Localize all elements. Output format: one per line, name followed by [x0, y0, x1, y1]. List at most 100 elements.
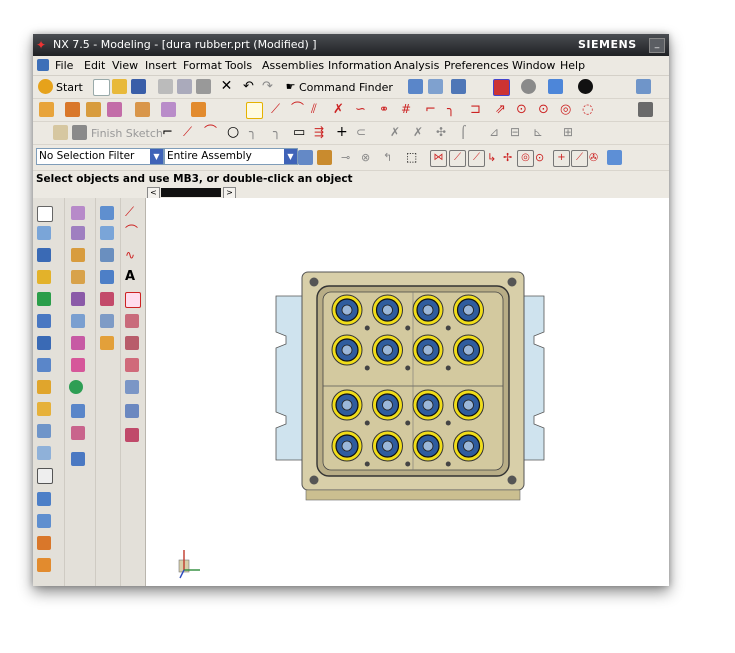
- profile-icon[interactable]: ⫽: [311, 102, 326, 117]
- save-icon[interactable]: [131, 79, 146, 94]
- cut-icon[interactable]: [158, 79, 173, 94]
- palette-offset-curve-icon[interactable]: [125, 314, 139, 328]
- command-finder-icon[interactable]: ☛: [283, 79, 298, 94]
- surface-icon[interactable]: [100, 206, 114, 220]
- rapid-trim-icon[interactable]: ⊐: [470, 102, 485, 117]
- sketch-constraint-icon[interactable]: ⊾: [533, 125, 548, 140]
- render-style-icon[interactable]: [521, 79, 536, 94]
- sketch-fillet-icon[interactable]: ╮: [249, 125, 264, 140]
- hole-icon[interactable]: [86, 102, 101, 117]
- menu-window[interactable]: Window: [512, 59, 555, 72]
- thread-icon[interactable]: [37, 424, 51, 438]
- start-button[interactable]: Start: [56, 81, 83, 94]
- undo-icon[interactable]: ↶: [241, 79, 256, 94]
- palette-helix-icon[interactable]: [125, 292, 141, 308]
- spline-icon[interactable]: ◌: [582, 102, 597, 117]
- palette-spline-icon[interactable]: ∿: [125, 248, 139, 262]
- emboss-sheet-icon[interactable]: [71, 426, 85, 440]
- draft-icon[interactable]: [37, 468, 53, 484]
- text-icon[interactable]: A: [125, 270, 139, 284]
- finish-sketch-icon[interactable]: [72, 125, 87, 140]
- slot-icon[interactable]: [37, 402, 51, 416]
- rectangle-icon[interactable]: [37, 206, 53, 222]
- menu-assemblies[interactable]: Assemblies: [262, 59, 324, 72]
- corner-icon[interactable]: ╮: [447, 102, 462, 117]
- line-icon[interactable]: ⟋: [271, 102, 286, 117]
- palette-line-icon[interactable]: ⟋: [125, 206, 139, 220]
- delete-icon[interactable]: ✕: [219, 79, 234, 94]
- open-folder-icon[interactable]: [112, 79, 127, 94]
- sketch-trim-icon[interactable]: ✗: [390, 125, 405, 140]
- block-icon[interactable]: [37, 226, 51, 240]
- n-sided-icon[interactable]: [100, 292, 114, 306]
- graphics-viewport[interactable]: [146, 198, 669, 586]
- fillet-icon[interactable]: ⌐: [425, 102, 440, 117]
- offset-face-icon[interactable]: [37, 492, 51, 506]
- layer-icon[interactable]: [428, 79, 443, 94]
- menu-edit[interactable]: Edit: [84, 59, 105, 72]
- pad-icon[interactable]: [37, 336, 51, 350]
- snap-end-icon[interactable]: ⋈: [430, 150, 447, 167]
- circle-icon[interactable]: ⊙: [516, 102, 531, 117]
- select-all-icon[interactable]: [298, 150, 313, 165]
- through-curves-icon[interactable]: [100, 226, 114, 240]
- cone-icon[interactable]: [37, 270, 51, 284]
- intersect-icon[interactable]: [71, 248, 85, 262]
- sketch-offset-icon[interactable]: ⊂: [356, 125, 371, 140]
- menu-insert[interactable]: Insert: [145, 59, 177, 72]
- extract-icon[interactable]: [71, 314, 85, 328]
- reset-filter-icon[interactable]: ⊗: [361, 150, 376, 165]
- palette-combine-icon[interactable]: [125, 380, 139, 394]
- palette-arc-icon[interactable]: ⌒: [125, 226, 139, 240]
- grid-icon[interactable]: [638, 102, 653, 117]
- sketch-fillet-tool-icon[interactable]: ⌠: [460, 125, 475, 140]
- groove-icon[interactable]: [37, 380, 51, 394]
- emboss-icon[interactable]: [37, 446, 51, 460]
- sketch-point-icon[interactable]: +: [336, 125, 351, 140]
- menu-help[interactable]: Help: [560, 59, 585, 72]
- polygon-icon[interactable]: ◎: [560, 102, 575, 117]
- selection-scope-dropdown[interactable]: Entire Assembly ▼: [164, 148, 298, 165]
- wcs-icon[interactable]: [408, 79, 423, 94]
- sketch-line-icon[interactable]: ⟋: [183, 125, 198, 140]
- copy-icon[interactable]: [177, 79, 192, 94]
- menu-preferences[interactable]: Preferences: [444, 59, 509, 72]
- wrap-icon[interactable]: [71, 404, 85, 418]
- display-mode-icon[interactable]: [578, 79, 593, 94]
- palette-bridge-icon[interactable]: [125, 336, 139, 350]
- new-file-icon[interactable]: [93, 79, 110, 96]
- ruled-icon[interactable]: [100, 270, 114, 284]
- start-icon[interactable]: [38, 79, 53, 94]
- menu-format[interactable]: Format: [183, 59, 222, 72]
- minimize-button[interactable]: _: [649, 38, 665, 53]
- redo-icon[interactable]: ↷: [260, 79, 275, 94]
- sketch-extend-icon[interactable]: ✗: [413, 125, 428, 140]
- split-body-icon[interactable]: [37, 536, 51, 550]
- tab-scroll-thumb[interactable]: [161, 188, 221, 197]
- ellipse-icon[interactable]: ⊙: [538, 102, 553, 117]
- profile-tool-icon[interactable]: ⌐: [162, 125, 177, 140]
- sketch-polygon-icon[interactable]: ⇶: [314, 125, 329, 140]
- shell-icon[interactable]: [191, 102, 206, 117]
- snap-intersect-icon[interactable]: ✢: [503, 150, 518, 165]
- right-toolbar-icon[interactable]: [636, 79, 651, 94]
- palette-project-icon[interactable]: [125, 358, 139, 372]
- offset-icon[interactable]: ⚭: [379, 102, 394, 117]
- bounded-plane-icon[interactable]: [100, 314, 114, 328]
- trim-icon[interactable]: ✗: [333, 102, 348, 117]
- pocket-icon[interactable]: [37, 358, 51, 372]
- menu-tools[interactable]: Tools: [225, 59, 252, 72]
- sketch-rectangle-icon[interactable]: ▭: [293, 125, 308, 140]
- command-finder-button[interactable]: Command Finder: [299, 81, 393, 94]
- boss-icon[interactable]: [107, 102, 122, 117]
- trim-body-icon[interactable]: [37, 558, 51, 572]
- snap-point-icon[interactable]: ⟋: [468, 150, 485, 167]
- snap-mid-icon[interactable]: ⟋: [449, 150, 466, 167]
- sketch-intersect-icon[interactable]: ✣: [436, 125, 451, 140]
- snap-center-icon[interactable]: ◎: [517, 150, 534, 167]
- nx-menu-icon[interactable]: [37, 59, 49, 71]
- paste-icon[interactable]: [196, 79, 211, 94]
- blend-icon[interactable]: [135, 102, 150, 117]
- sketch-mirror-icon[interactable]: ⊿: [489, 125, 504, 140]
- snap-bounded-icon[interactable]: [607, 150, 622, 165]
